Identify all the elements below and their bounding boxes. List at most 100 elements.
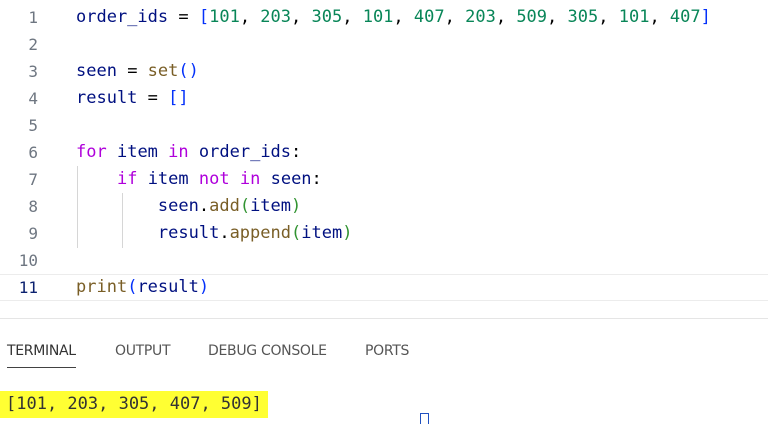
code-token: 101 (618, 7, 650, 27)
code-token: : (291, 142, 302, 162)
code-text: print(result) (76, 275, 209, 300)
code-line[interactable]: 11 print(result) (0, 274, 768, 301)
code-token: ] (700, 7, 711, 27)
code-line[interactable]: 6 for item in order_ids: (0, 139, 768, 166)
code-token: , (547, 7, 568, 27)
tab-debug-console-label: DEBUG CONSOLE (208, 343, 327, 359)
code-token: ( (239, 196, 251, 216)
code-line[interactable]: 9 result.append(item) (0, 220, 768, 247)
tab-terminal[interactable]: TERMINAL (7, 343, 76, 368)
code-text: order_ids = [101, 203, 305, 101, 407, 20… (76, 4, 711, 31)
code-token: , (239, 7, 261, 27)
code-token: , (393, 7, 414, 27)
line-number: 11 (18, 278, 38, 297)
code-token: 101 (362, 7, 394, 27)
code-token: set (147, 61, 179, 81)
code-token: result (137, 277, 199, 297)
code-token: , (495, 7, 517, 27)
code-token: 305 (311, 7, 343, 27)
code-line[interactable]: 8 seen.add(item) (0, 193, 768, 220)
code-line[interactable]: 1 order_ids = [101, 203, 305, 101, 407, 2… (0, 4, 768, 31)
code-token: not (198, 169, 230, 189)
code-token: seen (270, 169, 312, 189)
code-token: , (444, 7, 466, 27)
code-token: ) (291, 196, 302, 216)
code-line[interactable]: 10 (0, 247, 768, 274)
tab-terminal-label: TERMINAL (7, 343, 76, 359)
code-token: in (239, 169, 261, 189)
code-text: if item not in seen: (76, 166, 322, 193)
bottom-panel: TERMINAL OUTPUT DEBUG CONSOLE PORTS [101… (0, 318, 768, 424)
code-text: seen = set() (76, 58, 199, 85)
code-token: , (598, 7, 619, 27)
line-number: 1 (28, 8, 38, 27)
code-token: ( (127, 277, 138, 297)
code-token: item (147, 169, 189, 189)
tab-debug-console[interactable]: DEBUG CONSOLE (208, 343, 327, 359)
line-number: 2 (28, 35, 38, 54)
code-token: item (301, 223, 343, 243)
code-token: , (291, 7, 312, 27)
code-token: 407 (669, 7, 701, 27)
code-token: item (116, 142, 158, 162)
code-text: result = [] (76, 85, 189, 112)
code-editor[interactable]: 1 order_ids = [101, 203, 305, 101, 407, 2… (0, 0, 768, 318)
line-number: 8 (28, 197, 38, 216)
terminal-cursor (420, 413, 429, 424)
code-line[interactable]: 7 if item not in seen: (0, 166, 768, 193)
code-line[interactable]: 3 seen = set() (0, 58, 768, 85)
line-number: 10 (18, 251, 38, 270)
code-token: for (76, 142, 107, 162)
code-token: 101 (209, 7, 240, 27)
code-token: order_ids (76, 7, 169, 27)
code-token: add (209, 196, 240, 216)
code-token: [] (168, 88, 189, 108)
line-number: 9 (28, 224, 38, 243)
code-token: : (311, 169, 322, 189)
code-token: = (137, 88, 169, 108)
line-number: 6 (28, 143, 38, 162)
active-tab-indicator (7, 367, 76, 368)
code-token: 509 (516, 7, 548, 27)
code-token: result (76, 88, 138, 108)
code-token: . (219, 223, 230, 243)
code-token: seen (157, 196, 199, 216)
code-token: append (229, 223, 291, 243)
code-token: 407 (413, 7, 445, 27)
terminal-view[interactable]: [101, 203, 305, 407, 509] (0, 385, 768, 424)
code-token: = (116, 61, 148, 81)
line-number: 4 (28, 89, 38, 108)
code-text: result.append(item) (76, 220, 353, 247)
panel-tab-bar: TERMINAL OUTPUT DEBUG CONSOLE PORTS (0, 319, 768, 385)
code-token: , (649, 7, 670, 27)
code-text: for item in order_ids: (76, 139, 301, 166)
code-token: , (342, 7, 363, 27)
terminal-output-line: [101, 203, 305, 407, 509] (0, 391, 268, 418)
code-token: result (157, 223, 220, 243)
code-token: [ (198, 7, 210, 27)
code-line[interactable]: 4 result = [] (0, 85, 768, 112)
tab-output-label: OUTPUT (115, 343, 171, 359)
tab-output[interactable]: OUTPUT (115, 343, 171, 359)
code-token: ) (198, 277, 210, 297)
code-text: seen.add(item) (76, 193, 301, 220)
tab-ports-label: PORTS (365, 343, 410, 359)
tab-ports[interactable]: PORTS (365, 343, 409, 359)
code-line[interactable]: 5 (0, 112, 768, 139)
code-token: = (168, 7, 199, 27)
code-token: seen (76, 61, 117, 81)
code-token: print (76, 277, 128, 297)
code-token: . (198, 196, 210, 216)
code-line[interactable]: 2 (0, 31, 768, 58)
code-token: 203 (260, 7, 292, 27)
code-token: ) (342, 223, 353, 243)
